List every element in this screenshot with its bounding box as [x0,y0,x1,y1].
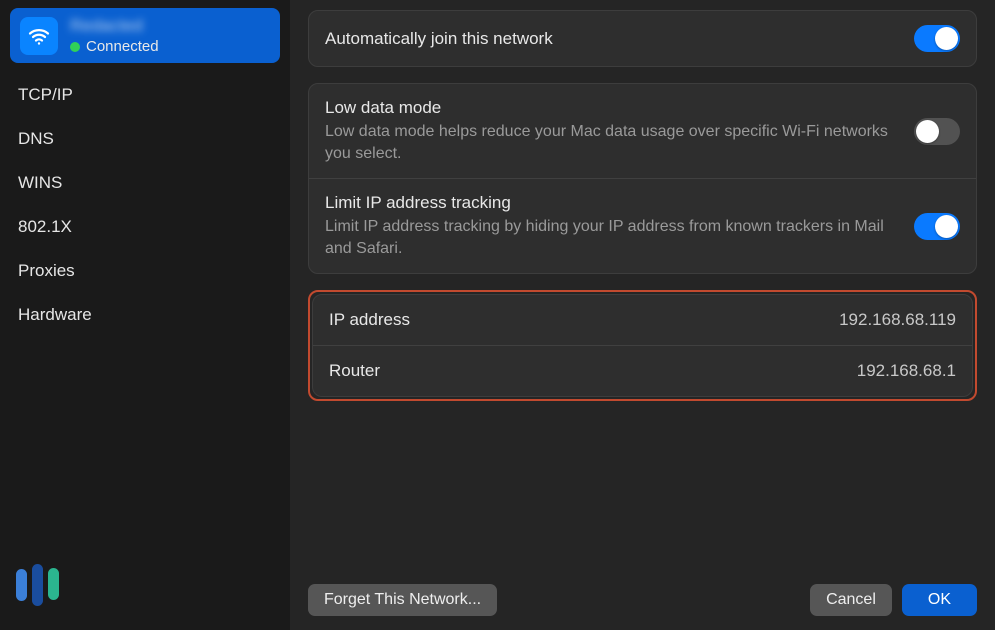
app-logo [10,552,280,622]
low-data-desc: Low data mode helps reduce your Mac data… [325,121,902,164]
sidebar: Redacted Connected TCP/IP DNS WINS 802.1… [0,0,290,630]
ip-info-highlight: IP address 192.168.68.119 Router 192.168… [308,290,977,401]
data-settings-group: Low data mode Low data mode helps reduce… [308,83,977,274]
network-info: Redacted Connected [70,16,159,55]
network-status: Connected [86,38,159,55]
ip-address-row: IP address 192.168.68.119 [313,295,972,346]
button-bar: Forget This Network... Cancel OK [308,578,977,616]
limit-ip-title: Limit IP address tracking [325,193,902,213]
limit-ip-toggle[interactable] [914,213,960,240]
sidebar-network-item[interactable]: Redacted Connected [10,8,280,63]
sidebar-item-8021x[interactable]: 802.1X [10,205,280,249]
low-data-title: Low data mode [325,98,902,118]
limit-ip-desc: Limit IP address tracking by hiding your… [325,216,902,259]
sidebar-item-hardware[interactable]: Hardware [10,293,280,337]
sidebar-item-wins[interactable]: WINS [10,161,280,205]
auto-join-title: Automatically join this network [325,29,902,49]
cancel-button[interactable]: Cancel [810,584,892,616]
sidebar-item-tcpip[interactable]: TCP/IP [10,73,280,117]
forget-network-button[interactable]: Forget This Network... [308,584,497,616]
network-name: Redacted [70,16,159,36]
main-content: Automatically join this network Low data… [290,0,995,630]
sidebar-item-dns[interactable]: DNS [10,117,280,161]
router-row: Router 192.168.68.1 [313,346,972,396]
auto-join-toggle[interactable] [914,25,960,52]
sidebar-item-proxies[interactable]: Proxies [10,249,280,293]
ip-address-value: 192.168.68.119 [839,310,956,330]
status-dot-icon [70,42,80,52]
low-data-toggle[interactable] [914,118,960,145]
router-label: Router [329,361,380,381]
ok-button[interactable]: OK [902,584,977,616]
router-value: 192.168.68.1 [857,361,956,381]
ip-address-label: IP address [329,310,410,330]
auto-join-group: Automatically join this network [308,10,977,67]
wifi-icon [20,17,58,55]
